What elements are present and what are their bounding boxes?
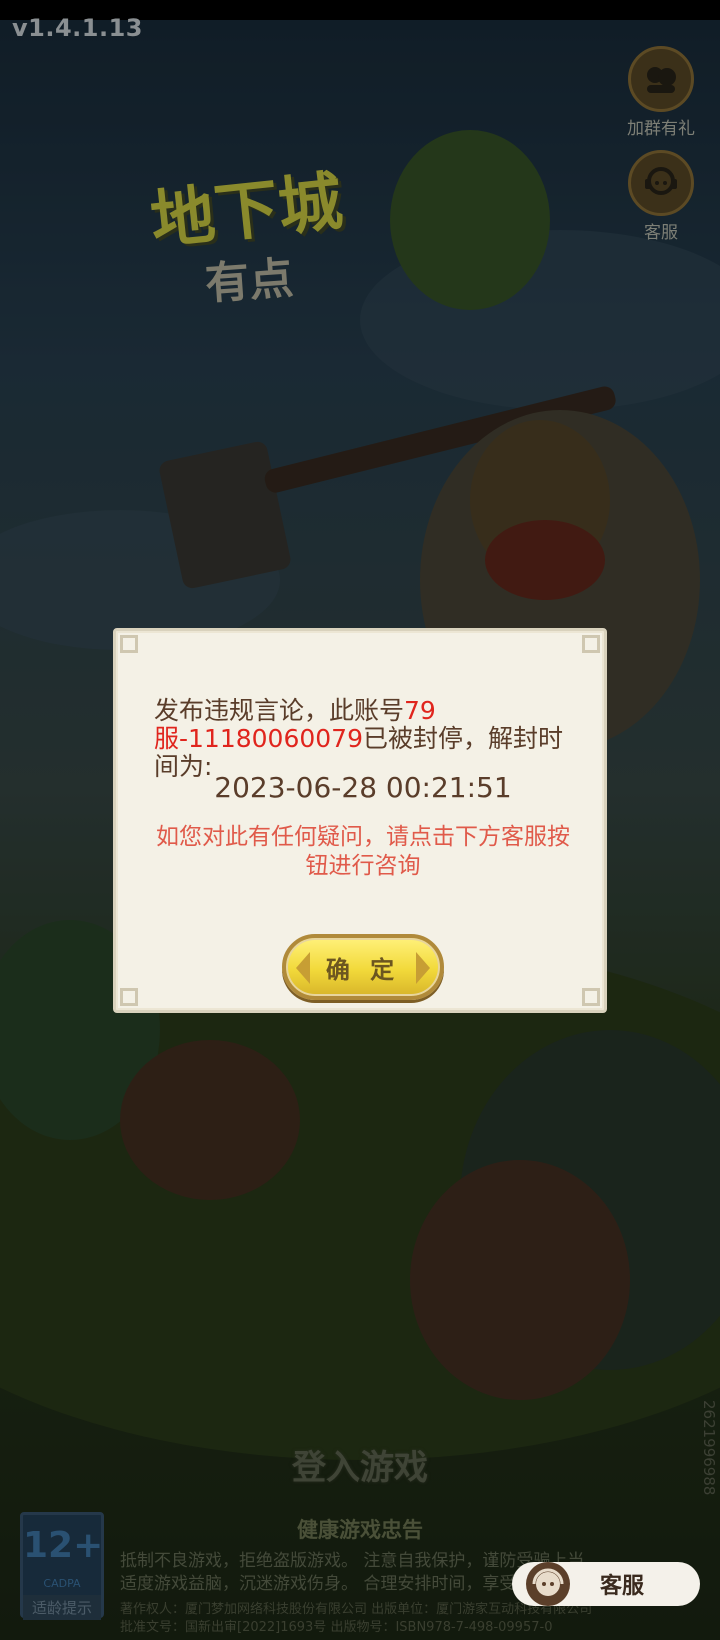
age-rating: 12+ bbox=[23, 1525, 104, 1566]
dialog-corner-ornament bbox=[120, 635, 138, 653]
join-group-button[interactable]: 加群有礼 bbox=[616, 46, 706, 139]
customer-service-icon bbox=[526, 1562, 570, 1606]
ban-message-prefix: 发布违规言论，此账号 bbox=[154, 696, 405, 725]
chevron-right-icon bbox=[416, 952, 430, 984]
game-logo-subtitle: 有点 bbox=[203, 252, 295, 310]
contact-hint: 如您对此有任何疑问，请点击下方客服按钮进行咨询 bbox=[156, 824, 570, 879]
dialog-corner-ornament bbox=[582, 988, 600, 1006]
chevron-left-icon bbox=[296, 952, 310, 984]
health-notice-title: 健康游戏忠告 bbox=[297, 1518, 423, 1542]
age-rating-label: 适龄提示 bbox=[23, 1595, 101, 1620]
publication-number-line: 批准文号：国新出审[2022]1693号 出版物号：ISBN978-7-498-… bbox=[120, 1620, 553, 1635]
confirm-button[interactable]: 确 定 bbox=[282, 934, 444, 1000]
ban-notice-dialog: 发布违规言论，此账号79服-11180060079已被封停，解封时间为: 202… bbox=[113, 628, 607, 1013]
group-chat-icon bbox=[628, 46, 694, 112]
ban-message: 发布违规言论，此账号79服-11180060079已被封停，解封时间为: bbox=[154, 697, 574, 781]
join-group-label: 加群有礼 bbox=[627, 119, 695, 139]
age-rating-org: CADPA bbox=[43, 1577, 81, 1590]
customer-service-side-label: 客服 bbox=[644, 223, 678, 243]
confirm-button-label: 确 定 bbox=[325, 955, 401, 984]
age-rating-badge[interactable]: 12+ CADPA 适龄提示 bbox=[20, 1512, 104, 1620]
customer-service-icon bbox=[628, 150, 694, 216]
customer-service-button[interactable]: 客服 bbox=[512, 1562, 700, 1606]
version-label: v1.4.1.13 bbox=[12, 14, 143, 42]
customer-service-label: 客服 bbox=[600, 1574, 645, 1599]
game-login-screen: v1.4.1.13 地下城 有点 加群有礼 客服 发布违规言论，此账号79服-1… bbox=[0, 0, 720, 1640]
customer-service-side-button[interactable]: 客服 bbox=[616, 150, 706, 243]
unban-time: 2023-06-28 00:21:51 bbox=[214, 771, 512, 804]
dialog-corner-ornament bbox=[582, 635, 600, 653]
dialog-corner-ornament bbox=[120, 988, 138, 1006]
login-game-button[interactable]: 登入游戏 bbox=[0, 1440, 720, 1489]
side-code: 2621996988 bbox=[700, 1400, 718, 1496]
